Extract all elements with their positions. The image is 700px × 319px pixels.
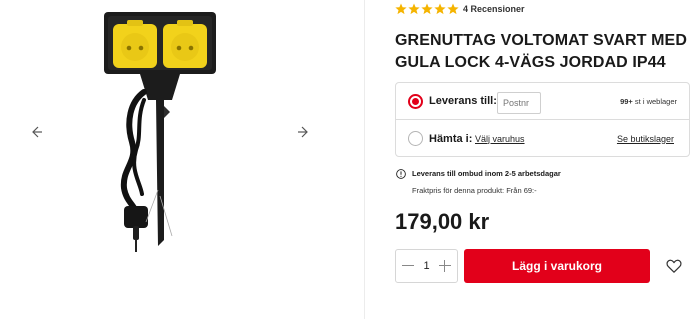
previous-image-button[interactable]: [24, 120, 48, 144]
ship-radio[interactable]: [408, 93, 423, 109]
stock-text: st i weblager: [632, 96, 677, 106]
product-price: 179,00 kr: [395, 209, 490, 234]
increase-quantity-button[interactable]: [438, 259, 452, 273]
star-icon: [408, 3, 420, 15]
next-image-button[interactable]: [292, 120, 316, 144]
star-icon: [434, 3, 446, 15]
star-rating: [395, 3, 459, 15]
freight-text: Fraktpris för denna produkt: Från 69:-: [412, 186, 537, 195]
quantity-stepper[interactable]: 1: [395, 249, 458, 283]
product-info: 4 Recensioner GRENUTTAG VOLTOMAT SVART M…: [395, 0, 695, 319]
star-icon: [421, 3, 433, 15]
chevron-right-icon: [298, 126, 308, 138]
rating[interactable]: 4 Recensioner: [395, 2, 525, 16]
heart-icon[interactable]: [665, 257, 683, 275]
stock-count: 99+: [620, 96, 633, 106]
pickup-radio[interactable]: [408, 131, 423, 146]
delivery-option-ship[interactable]: Leverans till: 99+ st i weblager: [396, 83, 689, 120]
decrease-quantity-button[interactable]: [401, 259, 415, 273]
delivery-option-pickup[interactable]: Hämta i: Välj varuhus Se butikslager: [396, 120, 689, 157]
chevron-left-icon: [32, 126, 42, 138]
pickup-label: Hämta i:: [429, 132, 473, 145]
web-stock: 99+ st i weblager: [620, 97, 677, 106]
postnr-input[interactable]: [497, 92, 541, 114]
quantity-value[interactable]: 1: [423, 260, 429, 272]
add-to-cart-button[interactable]: Lägg i varukorg: [464, 249, 650, 283]
product-image: [104, 12, 216, 252]
star-icon: [395, 3, 407, 15]
info-icon: [396, 169, 406, 179]
delivery-options: Leverans till: 99+ st i weblager Hämta i…: [395, 82, 690, 157]
choose-store-link[interactable]: Välj varuhus: [475, 134, 525, 144]
ombud-delivery-text: Leverans till ombud inom 2-5 arbetsdagar: [412, 169, 561, 178]
store-stock-link[interactable]: Se butikslager: [617, 134, 674, 144]
product-title: GRENUTTAG VOLTOMAT SVART MED GULA LOCK 4…: [395, 32, 687, 71]
star-icon: [447, 3, 459, 15]
reviews-link[interactable]: 4 Recensioner: [463, 4, 525, 14]
product-gallery: [0, 0, 365, 319]
ship-label: Leverans till:: [429, 95, 497, 107]
